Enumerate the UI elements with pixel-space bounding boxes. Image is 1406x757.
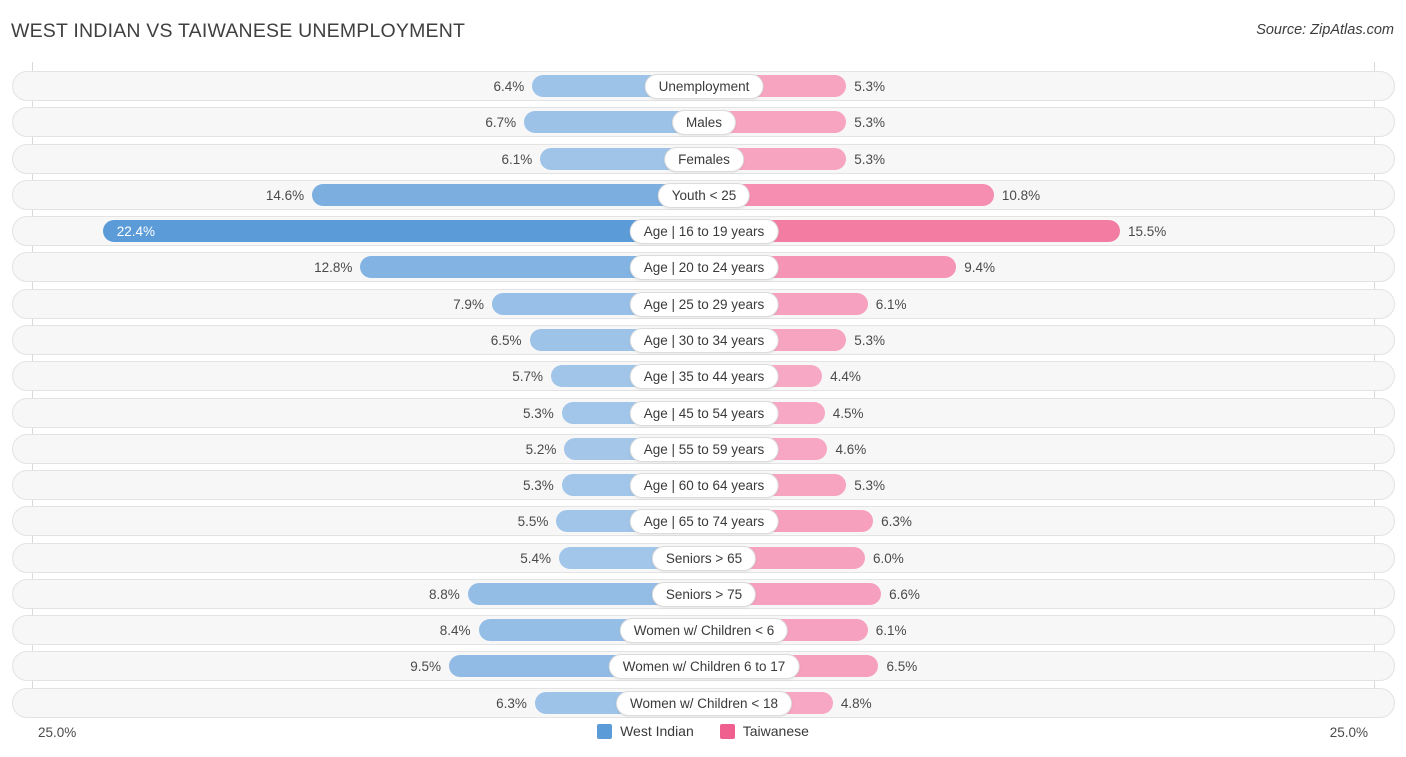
- category-label: Seniors > 75: [652, 582, 756, 607]
- category-label: Age | 60 to 64 years: [630, 473, 779, 498]
- chart-footer: 25.0% 25.0% West IndianTaiwanese: [0, 717, 1406, 757]
- table-row[interactable]: 6.3% 4.8% Women w/ Children < 18: [12, 688, 1395, 718]
- value-label-west-indian: 5.5%: [468, 513, 548, 530]
- value-label-west-indian: 9.5%: [361, 658, 441, 675]
- value-label-west-indian: 6.1%: [452, 151, 532, 168]
- value-label-taiwanese: 6.5%: [886, 658, 966, 675]
- table-row[interactable]: 12.8% 9.4% Age | 20 to 24 years: [12, 252, 1395, 282]
- legend-item-west-indian[interactable]: West Indian: [597, 723, 694, 739]
- table-row[interactable]: 5.5% 6.3% Age | 65 to 74 years: [12, 506, 1395, 536]
- value-label-west-indian: 5.3%: [474, 405, 554, 422]
- value-label-taiwanese: 4.6%: [835, 441, 915, 458]
- category-label: Age | 55 to 59 years: [630, 437, 779, 462]
- value-label-west-indian: 6.5%: [442, 332, 522, 349]
- value-label-taiwanese: 4.5%: [833, 405, 913, 422]
- value-label-west-indian: 8.4%: [391, 622, 471, 639]
- chart-legend: West Indian Taiwanese: [0, 723, 1406, 739]
- category-label: Age | 65 to 74 years: [630, 509, 779, 534]
- table-row[interactable]: 7.9% 6.1% Age | 25 to 29 years: [12, 289, 1395, 319]
- value-label-taiwanese: 6.0%: [873, 550, 953, 567]
- table-row[interactable]: 8.4% 6.1% Women w/ Children < 6: [12, 615, 1395, 645]
- value-label-taiwanese: 10.8%: [1002, 187, 1082, 204]
- value-label-taiwanese: 5.3%: [854, 114, 934, 131]
- value-label-west-indian: 7.9%: [404, 296, 484, 313]
- bar-west-indian: [312, 184, 704, 206]
- table-row[interactable]: 5.4% 6.0% Seniors > 65: [12, 543, 1395, 573]
- value-label-taiwanese: 6.1%: [876, 622, 956, 639]
- category-label: Females: [664, 147, 744, 172]
- category-label: Age | 20 to 24 years: [630, 255, 779, 280]
- category-label: Seniors > 65: [652, 546, 756, 571]
- category-label: Age | 16 to 19 years: [630, 219, 779, 244]
- table-row[interactable]: 5.3% 4.5% Age | 45 to 54 years: [12, 398, 1395, 428]
- value-label-taiwanese: 9.4%: [964, 259, 1044, 276]
- value-label-taiwanese: 6.3%: [881, 513, 961, 530]
- table-row[interactable]: 5.2% 4.6% Age | 55 to 59 years: [12, 434, 1395, 464]
- legend-swatch-icon: [720, 724, 735, 739]
- table-row[interactable]: 5.3% 5.3% Age | 60 to 64 years: [12, 470, 1395, 500]
- value-label-taiwanese: 15.5%: [1128, 223, 1208, 240]
- value-label-taiwanese: 5.3%: [854, 151, 934, 168]
- value-label-west-indian: 5.3%: [474, 477, 554, 494]
- table-row[interactable]: 9.5% 6.5% Women w/ Children 6 to 17: [12, 651, 1395, 681]
- legend-label: Taiwanese: [743, 723, 809, 739]
- category-label: Age | 35 to 44 years: [630, 364, 779, 389]
- value-label-taiwanese: 4.8%: [841, 695, 921, 712]
- value-label-west-indian: 5.4%: [471, 550, 551, 567]
- category-label: Age | 25 to 29 years: [630, 292, 779, 317]
- category-label: Age | 45 to 54 years: [630, 401, 779, 426]
- value-label-taiwanese: 6.1%: [876, 296, 956, 313]
- value-label-taiwanese: 6.6%: [889, 586, 969, 603]
- value-label-taiwanese: 5.3%: [854, 477, 934, 494]
- table-row[interactable]: 6.7% 5.3% Males: [12, 107, 1395, 137]
- table-row[interactable]: 5.7% 4.4% Age | 35 to 44 years: [12, 361, 1395, 391]
- category-label: Males: [672, 110, 736, 135]
- category-label: Youth < 25: [658, 183, 750, 208]
- value-label-west-indian: 6.7%: [436, 114, 516, 131]
- category-label: Women w/ Children < 6: [620, 618, 788, 643]
- category-label: Women w/ Children 6 to 17: [609, 654, 800, 679]
- legend-item-taiwanese[interactable]: Taiwanese: [720, 723, 809, 739]
- value-label-west-indian: 6.3%: [447, 695, 527, 712]
- legend-label: West Indian: [620, 723, 694, 739]
- table-row[interactable]: 6.1% 5.3% Females: [12, 144, 1395, 174]
- category-label: Unemployment: [645, 74, 764, 99]
- value-label-taiwanese: 5.3%: [854, 78, 934, 95]
- source-attribution: Source: ZipAtlas.com: [1256, 22, 1394, 38]
- legend-swatch-icon: [597, 724, 612, 739]
- value-label-west-indian: 12.8%: [272, 259, 352, 276]
- value-label-taiwanese: 4.4%: [830, 368, 910, 385]
- value-label-west-indian: 6.4%: [444, 78, 524, 95]
- value-label-west-indian: 22.4%: [117, 223, 197, 240]
- page-title: WEST INDIAN VS TAIWANESE UNEMPLOYMENT: [11, 20, 465, 43]
- category-label: Age | 30 to 34 years: [630, 328, 779, 353]
- value-label-west-indian: 5.2%: [476, 441, 556, 458]
- table-row[interactable]: 6.5% 5.3% Age | 30 to 34 years: [12, 325, 1395, 355]
- value-label-west-indian: 8.8%: [380, 586, 460, 603]
- table-row[interactable]: 6.4% 5.3% Unemployment: [12, 71, 1395, 101]
- value-label-taiwanese: 5.3%: [854, 332, 934, 349]
- chart-plot-area: 6.4% 5.3% Unemployment 6.7% 5.3% Males 6.1% 5.3…: [0, 62, 1406, 717]
- category-label: Women w/ Children < 18: [616, 691, 792, 716]
- table-row[interactable]: 22.4% 15.5% Age | 16 to 19 years: [12, 216, 1395, 246]
- value-label-west-indian: 14.6%: [224, 187, 304, 204]
- table-row[interactable]: 8.8% 6.6% Seniors > 75: [12, 579, 1395, 609]
- value-label-west-indian: 5.7%: [463, 368, 543, 385]
- table-row[interactable]: 14.6% 10.8% Youth < 25: [12, 180, 1395, 210]
